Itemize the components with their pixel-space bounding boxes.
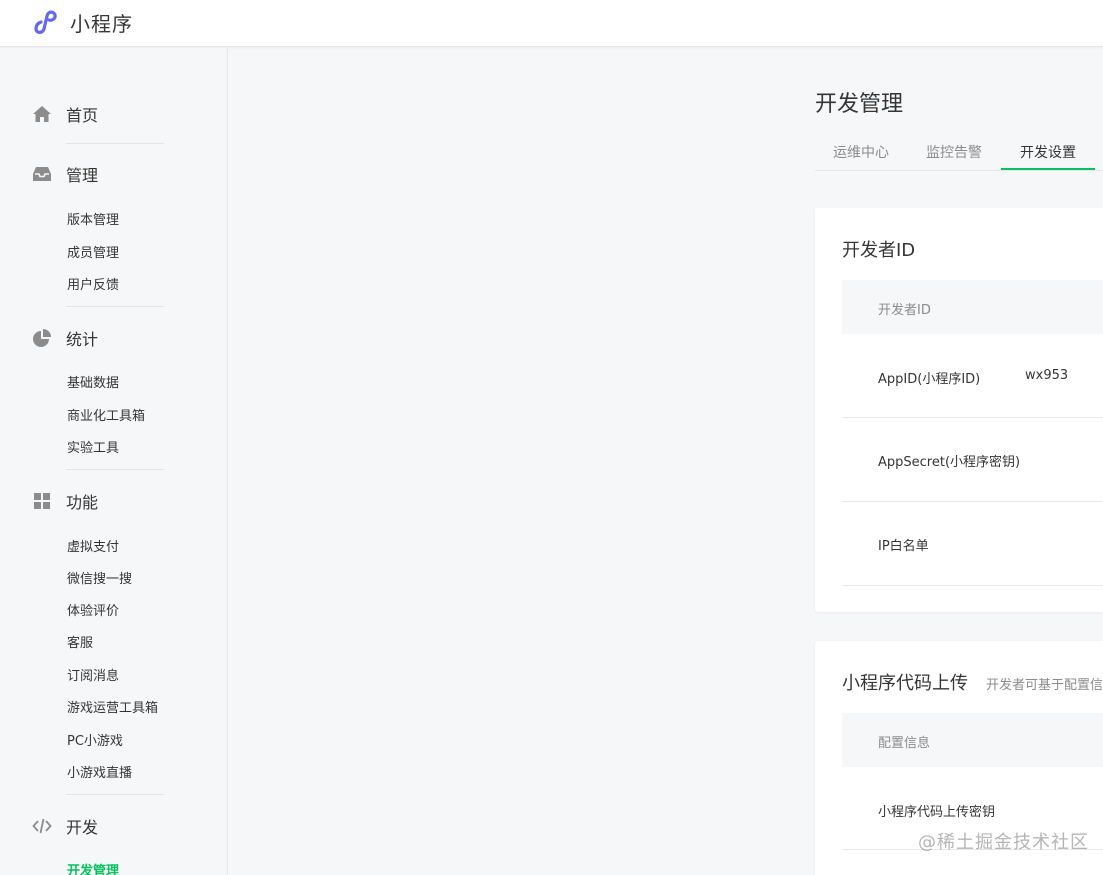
- developer-id-card: 开发者ID 开发者ID AppID(小程序ID) wx953 AppSecret…: [815, 208, 1103, 612]
- top-bar: 小程序: [0, 0, 1103, 47]
- card-subtitle: 开发者可基于配置信: [986, 678, 1103, 693]
- sidebar-item-customer-service[interactable]: 客服: [67, 632, 93, 651]
- watermark: @稀土掘金技术社区: [918, 832, 1089, 853]
- pie-chart-icon: [33, 329, 51, 347]
- sidebar-item-manage[interactable]: 管理: [32, 162, 98, 186]
- grid-icon: [34, 493, 50, 509]
- tab-ops-center[interactable]: 运维中心: [833, 142, 889, 162]
- sidebar-divider: [66, 143, 164, 144]
- sidebar-item-user-feedback[interactable]: 用户反馈: [67, 274, 119, 293]
- sidebar-item-stats[interactable]: 统计: [32, 326, 98, 350]
- home-icon: [33, 106, 51, 122]
- row-divider: [842, 417, 1103, 418]
- sidebar-item-experience-review[interactable]: 体验评价: [67, 600, 119, 619]
- sidebar-item-features[interactable]: 功能: [32, 489, 98, 513]
- sidebar-item-version-manage[interactable]: 版本管理: [67, 209, 119, 228]
- sidebar-item-label: 管理: [66, 166, 99, 185]
- table-header: 开发者ID: [842, 280, 1103, 334]
- sidebar-item-label: 首页: [66, 106, 99, 125]
- sidebar-item-dev-manage[interactable]: 开发管理: [67, 860, 119, 875]
- card-title: 小程序代码上传: [842, 673, 968, 694]
- sidebar-item-virtual-payment[interactable]: 虚拟支付: [67, 536, 119, 555]
- sidebar-item-label: 开发: [66, 818, 99, 837]
- sidebar-item-dev[interactable]: 开发: [32, 814, 98, 838]
- table-header-label: 配置信息: [878, 736, 931, 751]
- card-title: 开发者ID: [842, 240, 916, 261]
- row-divider: [842, 501, 1103, 502]
- sidebar-item-home[interactable]: 首页: [32, 102, 98, 126]
- active-tab-indicator: [1001, 168, 1095, 170]
- inbox-icon: [33, 167, 51, 181]
- sidebar: 首页 管理 版本管理 成员管理 用户反馈 统计 基础数据 商业化工具箱 实验工具…: [0, 48, 228, 875]
- sidebar-item-label: 功能: [66, 493, 99, 512]
- sidebar-item-commerce-toolbox[interactable]: 商业化工具箱: [67, 405, 145, 424]
- row-divider: [842, 585, 1103, 586]
- sidebar-item-member-manage[interactable]: 成员管理: [67, 242, 119, 261]
- sidebar-item-label: 统计: [66, 330, 99, 349]
- appid-label: AppID(小程序ID): [878, 372, 981, 387]
- sidebar-item-minigame-live[interactable]: 小游戏直播: [67, 762, 132, 781]
- tab-dev-settings[interactable]: 开发设置: [1020, 142, 1076, 162]
- tab-monitor-alerts[interactable]: 监控告警: [926, 142, 982, 162]
- table-header-label: 开发者ID: [878, 303, 931, 318]
- app-title[interactable]: 小程序: [70, 8, 133, 37]
- sidebar-divider: [66, 469, 164, 470]
- sidebar-divider: [66, 794, 164, 795]
- sidebar-item-subscribe-message[interactable]: 订阅消息: [67, 665, 119, 684]
- tab-bar: 运维中心 监控告警 开发设置: [815, 130, 1103, 171]
- page-title: 开发管理: [815, 92, 904, 117]
- ip-whitelist-label: IP白名单: [878, 539, 929, 554]
- code-icon: [32, 818, 52, 834]
- table-header: 配置信息: [842, 713, 1103, 767]
- miniprogram-logo-icon[interactable]: [33, 7, 63, 35]
- appid-value[interactable]: wx953: [1025, 368, 1068, 383]
- sidebar-item-game-ops-toolbox[interactable]: 游戏运营工具箱: [67, 697, 158, 716]
- sidebar-divider: [66, 306, 164, 307]
- sidebar-item-basic-data[interactable]: 基础数据: [67, 372, 119, 391]
- sidebar-item-wechat-search[interactable]: 微信搜一搜: [67, 568, 132, 587]
- appsecret-label: AppSecret(小程序密钥): [878, 455, 1021, 470]
- upload-key-label: 小程序代码上传密钥: [878, 805, 996, 820]
- sidebar-item-experiment-tools[interactable]: 实验工具: [67, 437, 119, 456]
- sidebar-item-pc-minigame[interactable]: PC小游戏: [67, 730, 123, 749]
